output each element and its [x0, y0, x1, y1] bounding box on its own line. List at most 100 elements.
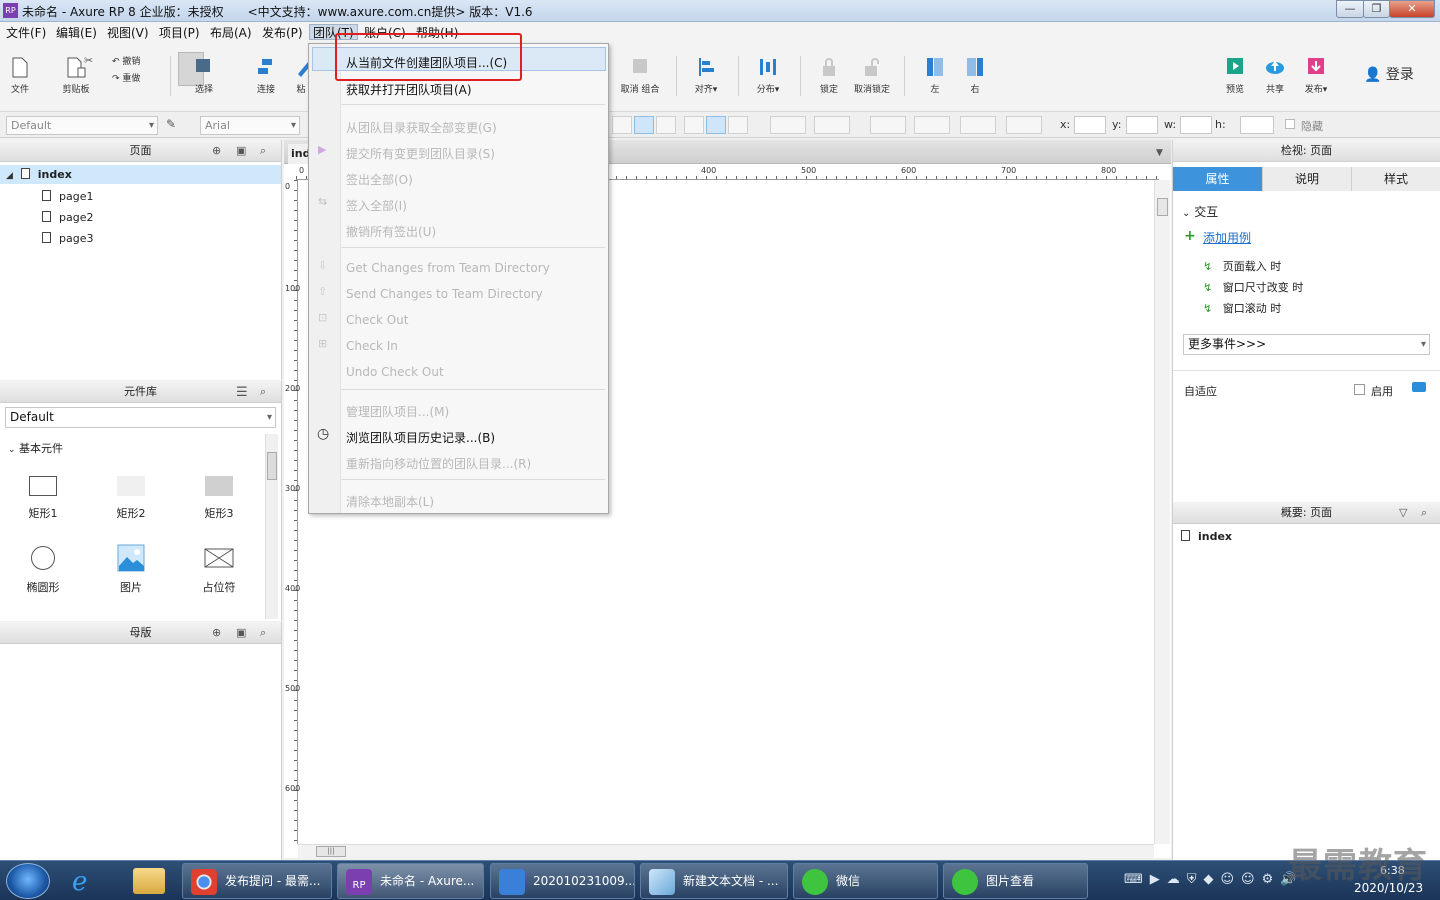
event-item[interactable]: ↯ 页面载入 时: [1203, 258, 1281, 274]
event-item[interactable]: ↯ 窗口尺寸改变 时: [1203, 279, 1303, 295]
ellipse-widget-icon[interactable]: [31, 546, 55, 570]
widget-group-header[interactable]: ⌄ 基本元件: [8, 440, 63, 456]
start-button[interactable]: [6, 863, 50, 899]
task-notepad[interactable]: 新建文本文档 - ...: [640, 863, 788, 899]
canvas-tab[interactable]: ind: [288, 144, 310, 164]
interaction-section[interactable]: ⌄ 交互: [1182, 203, 1218, 220]
rect3-widget-icon[interactable]: [205, 476, 233, 496]
align-left-button[interactable]: [612, 116, 632, 134]
unlock-tool[interactable]: 取消锁定: [852, 50, 892, 95]
login-button[interactable]: 👤 登录: [1364, 64, 1414, 84]
rect2-widget-icon[interactable]: [117, 476, 145, 496]
ungroup-tool[interactable]: 取消 组合: [616, 50, 664, 95]
more-events-select[interactable]: 更多事件>>>: [1183, 334, 1430, 355]
menu-undo-all-checkouts[interactable]: 撤销所有签出(U): [346, 223, 436, 240]
page-tree-root[interactable]: ◢ index: [6, 168, 72, 181]
search-icon[interactable]: ⌕: [260, 144, 266, 158]
scrollbar-thumb[interactable]: [267, 452, 277, 480]
search-icon[interactable]: ⌕: [260, 626, 266, 640]
add-folder-icon[interactable]: ▣: [236, 144, 246, 157]
menu-undo-check-out[interactable]: Undo Check Out: [346, 365, 444, 379]
connect-tool[interactable]: 连接: [246, 50, 286, 95]
add-folder-icon[interactable]: ▣: [236, 626, 246, 639]
library-scrollbar[interactable]: [265, 434, 278, 619]
line-width-button[interactable]: [914, 116, 950, 134]
w-input[interactable]: [1180, 116, 1212, 134]
adaptive-settings-icon[interactable]: [1412, 382, 1426, 392]
distribute-tool[interactable]: 分布▾: [750, 50, 786, 95]
align-tool[interactable]: 对齐▾: [688, 50, 724, 95]
undo-button[interactable]: ↶ 撤销: [112, 54, 140, 67]
font-select[interactable]: Arial: [200, 116, 300, 135]
menu-project[interactable]: 项目(P): [156, 25, 203, 41]
fill-color-button[interactable]: [770, 116, 806, 134]
library-select[interactable]: Default: [5, 407, 276, 428]
add-case-link[interactable]: 添加用例: [1203, 229, 1251, 246]
task-document[interactable]: 20201023100​9...: [490, 863, 635, 899]
valign-middle-button[interactable]: [706, 116, 726, 134]
style-select[interactable]: Default: [6, 116, 158, 135]
filter-icon[interactable]: ▽: [1399, 506, 1407, 519]
page-item[interactable]: page3: [42, 232, 93, 245]
menu-send-changes[interactable]: Send Changes to Team Directory: [346, 287, 543, 301]
menu-check-out[interactable]: Check Out: [346, 313, 408, 327]
menu-view[interactable]: 视图(V): [104, 25, 152, 41]
event-item[interactable]: ↯ 窗口滚动 时: [1203, 300, 1281, 316]
style-edit-icon[interactable]: ✎: [166, 117, 176, 131]
file-tool[interactable]: 文件: [6, 50, 34, 95]
menu-file[interactable]: 文件(F): [3, 25, 49, 41]
menu-checkout-all[interactable]: 签出全部(O): [346, 171, 413, 188]
add-icon[interactable]: +: [1184, 228, 1196, 244]
task-image-viewer[interactable]: 图片查看: [943, 863, 1088, 899]
page-item[interactable]: page2: [42, 211, 93, 224]
menu-get-changes[interactable]: Get Changes from Team Directory: [346, 261, 550, 275]
select-tool[interactable]: 选择: [182, 50, 226, 95]
hide-checkbox[interactable]: [1285, 119, 1295, 129]
menu-layout[interactable]: 布局(A): [207, 25, 255, 41]
arrow-style-button[interactable]: [1006, 116, 1042, 134]
task-axure[interactable]: RP 未命名 - Axure...: [337, 863, 484, 899]
tab-notes[interactable]: 说明: [1263, 167, 1352, 191]
h-input[interactable]: [1240, 116, 1274, 134]
menu-clear-local-copy[interactable]: 清除本地副本(L): [346, 493, 434, 510]
publish-button[interactable]: 发布▾: [1298, 50, 1334, 95]
tab-properties[interactable]: 属性: [1173, 167, 1263, 191]
scrollbar-thumb[interactable]: [1157, 198, 1168, 216]
task-wechat[interactable]: 微信: [793, 863, 938, 899]
close-button[interactable]: ✕: [1389, 0, 1435, 18]
menu-icon[interactable]: ☰: [236, 385, 248, 400]
adaptive-enable-checkbox[interactable]: [1354, 384, 1365, 395]
maximize-button[interactable]: ❐: [1363, 0, 1390, 18]
ie-browser-icon[interactable]: e: [72, 867, 87, 897]
menu-repoint-directory[interactable]: 重新指向移动位置的团队目录...(R): [346, 455, 531, 472]
y-input[interactable]: [1126, 116, 1158, 134]
menu-get-all-changes[interactable]: 从团队目录获取全部变更(G): [346, 119, 497, 136]
align-right-button[interactable]: [656, 116, 676, 134]
pen-tool[interactable]: 粘: [294, 50, 308, 95]
valign-top-button[interactable]: [684, 116, 704, 134]
line-color-button[interactable]: [870, 116, 906, 134]
page-item[interactable]: page1: [42, 190, 93, 203]
menu-manage-team-project[interactable]: 管理团队项目...(M): [346, 403, 449, 420]
system-tray-icons[interactable]: ⌨▶☁⛨◆☺☺⚙🔊: [1124, 872, 1303, 887]
search-icon[interactable]: ⌕: [260, 385, 266, 399]
right-tool[interactable]: 右: [960, 50, 990, 95]
outline-root-item[interactable]: index: [1181, 530, 1232, 543]
image-widget-icon[interactable]: [117, 544, 145, 572]
scrollbar-thumb[interactable]: |||: [316, 846, 346, 857]
align-center-button[interactable]: [634, 116, 654, 134]
canvas-vertical-scrollbar[interactable]: [1154, 180, 1170, 844]
add-page-icon[interactable]: ⊕: [212, 144, 221, 157]
lock-tool[interactable]: 锁定: [812, 50, 846, 95]
x-input[interactable]: [1074, 116, 1106, 134]
task-chrome[interactable]: 发布提问 - 最需...: [182, 863, 332, 899]
menu-publish[interactable]: 发布(P): [259, 25, 306, 41]
redo-button[interactable]: ↷ 重做: [112, 71, 140, 84]
menu-open-team-project[interactable]: 获取并打开团队项目(A): [346, 81, 472, 98]
left-tool[interactable]: 左: [920, 50, 950, 95]
menu-check-in[interactable]: Check In: [346, 339, 398, 353]
add-master-icon[interactable]: ⊕: [212, 626, 221, 639]
share-button[interactable]: 共享: [1260, 50, 1290, 95]
shadow-button[interactable]: [814, 116, 850, 134]
preview-button[interactable]: 预览: [1220, 50, 1250, 95]
